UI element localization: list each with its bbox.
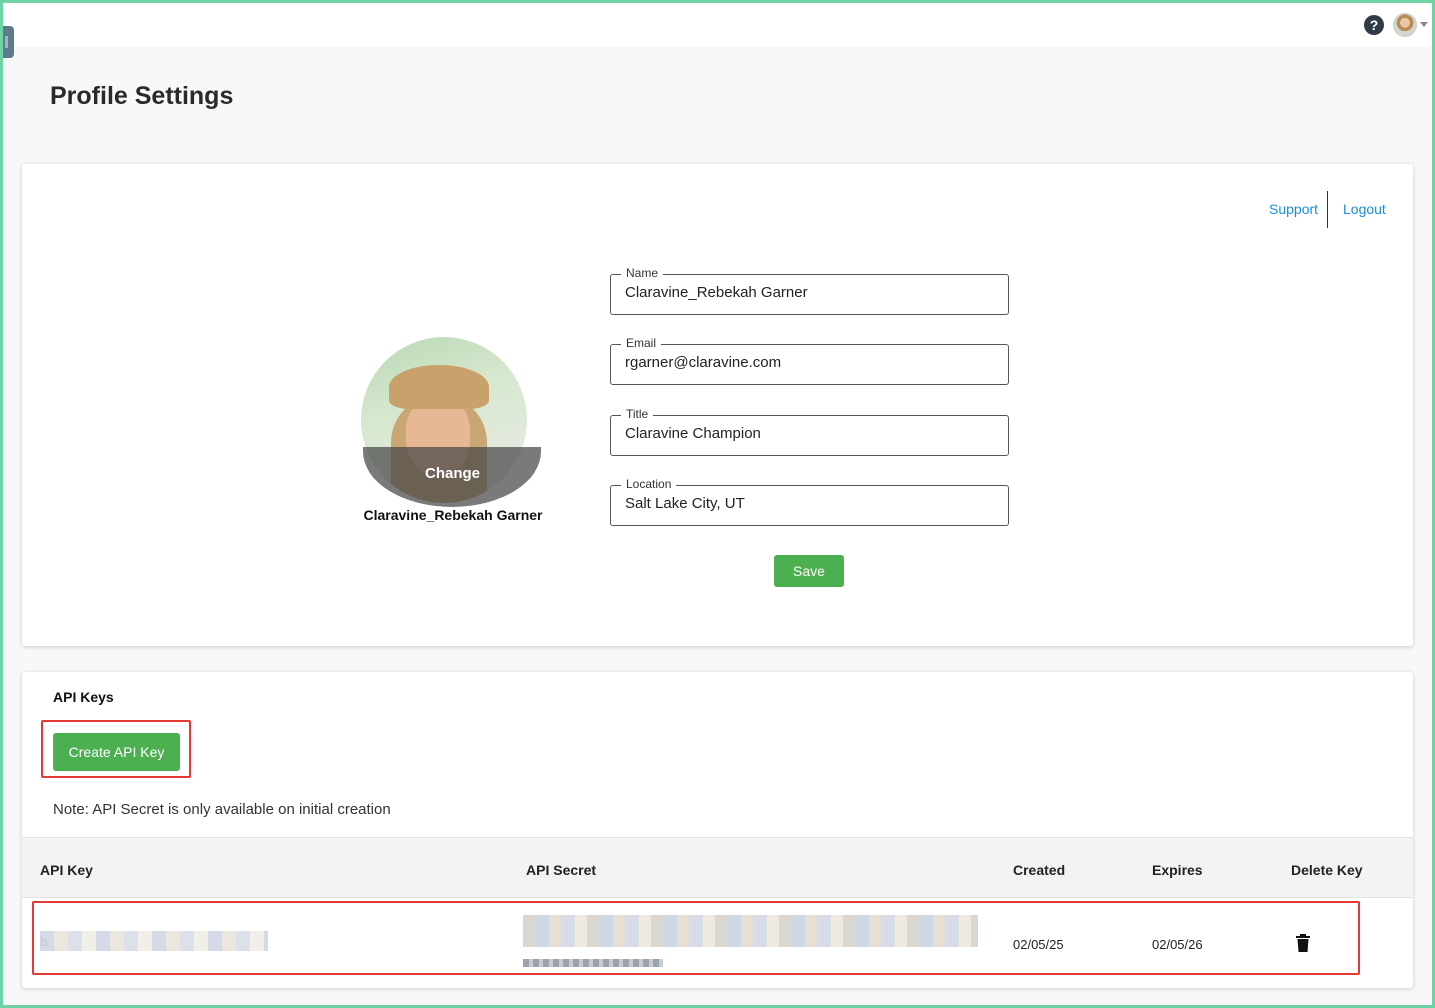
column-header-delete-key: Delete Key — [1291, 862, 1363, 878]
location-label: Location — [621, 477, 677, 491]
column-header-created: Created — [1013, 862, 1066, 878]
api-keys-card: API Keys Create API Key Note: API Secret… — [22, 672, 1413, 988]
api-secret-note: Note: API Secret is only available on in… — [53, 801, 391, 818]
name-field[interactable]: Name — [610, 266, 1009, 315]
email-input[interactable] — [625, 354, 995, 371]
name-label: Name — [621, 266, 664, 280]
user-avatar-icon[interactable] — [1393, 13, 1417, 37]
save-button[interactable]: Save — [774, 555, 844, 587]
avatar-change-button[interactable]: Change — [361, 465, 544, 482]
title-input[interactable] — [625, 425, 995, 442]
avatar-name: Claravine_Rebekah Garner — [363, 507, 543, 523]
column-header-api-key: API Key — [40, 862, 93, 878]
email-field[interactable]: Email — [610, 336, 1009, 385]
email-label: Email — [621, 336, 662, 350]
title-field[interactable]: Title — [610, 407, 1009, 456]
title-label: Title — [621, 407, 654, 421]
sidebar-toggle[interactable] — [0, 26, 14, 58]
page-title: Profile Settings — [50, 82, 234, 110]
avatar-photo-hat — [389, 365, 489, 409]
help-circle-icon[interactable]: ? — [1364, 15, 1384, 35]
highlight-box — [32, 901, 1360, 975]
top-bar: ? — [0, 0, 1435, 58]
location-field[interactable]: Location — [610, 477, 1009, 526]
divider — [1327, 191, 1328, 228]
profile-card: Support Logout Change Claravine_Rebekah … — [22, 164, 1413, 646]
location-input[interactable] — [625, 495, 995, 512]
api-keys-title: API Keys — [53, 689, 114, 705]
support-link[interactable]: Support — [1269, 201, 1318, 217]
column-header-api-secret: API Secret — [526, 862, 597, 878]
api-keys-table-header: API Key API Secret Created Expires Delet… — [22, 837, 1413, 898]
chevron-down-icon[interactable] — [1420, 22, 1428, 27]
column-header-expires: Expires — [1152, 862, 1203, 878]
name-input[interactable] — [625, 284, 995, 301]
logout-link[interactable]: Logout — [1343, 201, 1386, 217]
create-api-key-button[interactable]: Create API Key — [53, 733, 180, 771]
